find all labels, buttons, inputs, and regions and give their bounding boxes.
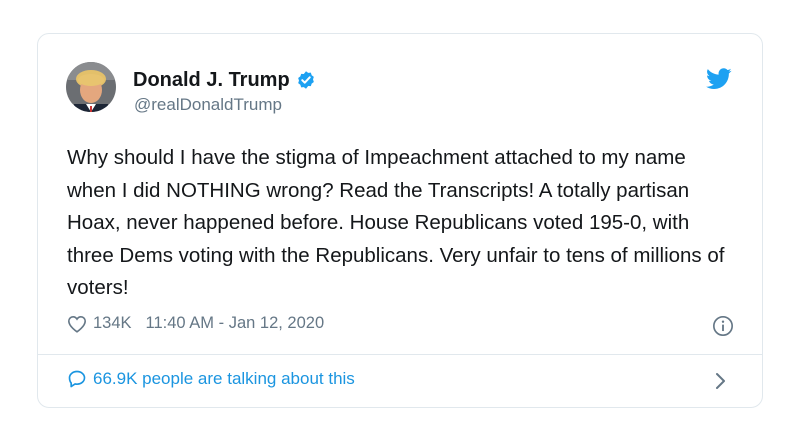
twitter-bird-icon[interactable]: [706, 68, 732, 90]
avatar-image: [66, 62, 116, 112]
speech-bubble-icon: [67, 369, 87, 389]
chevron-right-icon[interactable]: [714, 372, 726, 390]
heart-icon[interactable]: [67, 315, 87, 333]
verified-badge-icon: [296, 70, 316, 90]
tweet-text: Why should I have the stigma of Impeachm…: [67, 146, 725, 299]
talking-count-label[interactable]: 66.9K people are talking about this: [93, 369, 355, 389]
tweet-timestamp[interactable]: 11:40 AM - Jan 12, 2020: [146, 314, 325, 333]
divider: [38, 354, 762, 355]
conversation-link[interactable]: 66.9K people are talking about this: [67, 369, 737, 389]
like-count[interactable]: 134K: [93, 314, 132, 333]
info-icon[interactable]: [712, 315, 734, 337]
author-name[interactable]: Donald J. Trump: [133, 68, 290, 92]
tweet-meta: 134K 11:40 AM - Jan 12, 2020: [67, 314, 737, 333]
author-handle[interactable]: @realDonaldTrump: [134, 94, 282, 116]
avatar[interactable]: [66, 62, 116, 112]
author-name-row[interactable]: Donald J. Trump: [133, 68, 316, 92]
tweet-card[interactable]: Donald J. Trump @realDonaldTrump Why sho…: [37, 33, 763, 408]
